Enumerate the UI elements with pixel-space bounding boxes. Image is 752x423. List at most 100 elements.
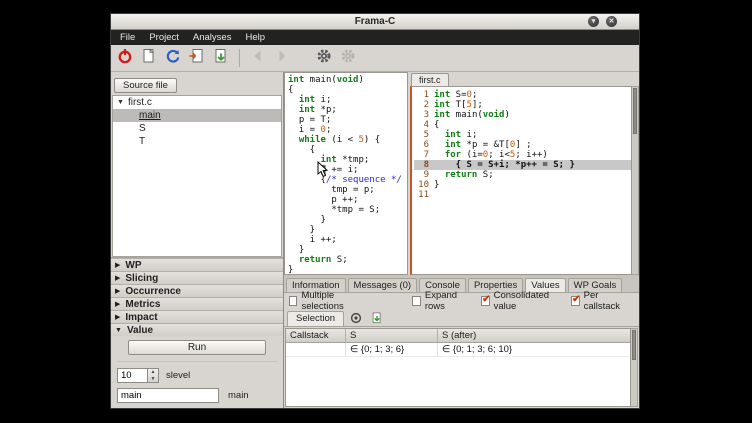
load-session-icon — [188, 47, 206, 70]
tree-item-s[interactable]: S — [113, 122, 281, 135]
main-function-label: main — [228, 390, 249, 401]
expander-icon[interactable]: ▼ — [117, 96, 124, 109]
section-label: WP — [125, 260, 141, 271]
code-line[interactable]: while (i < 5) { — [288, 135, 407, 145]
code-line[interactable]: {/* sequence */ — [288, 175, 407, 185]
shade-window-icon[interactable]: ▾ — [588, 16, 599, 27]
code-line[interactable]: int *p; — [288, 105, 407, 115]
code-line[interactable]: int i; — [288, 95, 407, 105]
menu-file[interactable]: File — [113, 30, 142, 45]
source-file-button[interactable]: Source file — [114, 78, 177, 93]
menu-project[interactable]: Project — [142, 30, 186, 45]
section-impact[interactable]: ▶Impact — [111, 310, 283, 323]
reload-button[interactable] — [163, 48, 183, 68]
run-button[interactable] — [338, 48, 358, 68]
open-button[interactable] — [187, 48, 207, 68]
tree-root-first-c[interactable]: ▼ first.c — [113, 96, 281, 109]
code-line[interactable]: i = 0; — [288, 125, 407, 135]
source-scrollbar[interactable] — [632, 86, 639, 275]
forward-button[interactable] — [272, 48, 292, 68]
section-slicing[interactable]: ▶Slicing — [111, 271, 283, 284]
values-table: CallstackSS (after) ∈ {0; 1; 3; 6}∈ {0; … — [285, 328, 631, 407]
code-line[interactable]: *tmp = S; — [288, 205, 407, 215]
column-header-callstack[interactable]: Callstack — [286, 329, 346, 342]
code-line[interactable]: 2int T[5]; — [414, 100, 631, 110]
section-wp[interactable]: ▶WP — [111, 258, 283, 271]
table-row[interactable]: ∈ {0; 1; 3; 6}∈ {0; 1; 3; 6; 10} — [286, 343, 630, 357]
source-file-row: Source file — [111, 72, 283, 95]
back-button[interactable] — [248, 48, 268, 68]
source-tab-first-c[interactable]: first.c — [411, 73, 449, 86]
column-header-s[interactable]: S — [346, 329, 438, 342]
code-line[interactable]: 5 int i; — [414, 130, 631, 140]
main-area: int main(void){ int i; int *p; p = T; i … — [284, 72, 639, 408]
spinner-buttons[interactable]: ▲▼ — [147, 369, 158, 382]
code-line[interactable]: int main(void) — [288, 75, 407, 85]
code-line[interactable]: tmp = p; — [288, 185, 407, 195]
checkbox-checked-icon[interactable] — [481, 296, 489, 306]
code-line[interactable]: { — [288, 145, 407, 155]
toolbar — [111, 45, 639, 72]
code-line[interactable]: } — [288, 225, 407, 235]
code-line[interactable]: int *tmp; — [288, 155, 407, 165]
power-icon — [116, 47, 134, 70]
titlebar[interactable]: Frama-C ▾ ✕ — [111, 14, 639, 30]
code-line[interactable]: 10} — [414, 180, 631, 190]
focus-selection-button[interactable] — [347, 310, 365, 326]
code-line[interactable]: 7 for (i=0; i<5; i++) — [414, 150, 631, 160]
back-arrow-icon — [249, 47, 267, 70]
column-header-s-after[interactable]: S (after) — [438, 329, 630, 342]
code-line[interactable]: { — [288, 85, 407, 95]
code-line[interactable]: 1int S=0; — [414, 90, 631, 100]
toolbar-separator — [239, 49, 240, 67]
window-content: Source file ▼ first.c mainST ▶WP▶Slicing… — [111, 72, 639, 408]
code-line[interactable]: S += i; — [288, 165, 407, 175]
expand-icon: ▶ — [115, 313, 120, 321]
code-line[interactable]: } — [288, 245, 407, 255]
selection-tab[interactable]: Selection — [287, 311, 344, 326]
slevel-input[interactable] — [118, 369, 147, 382]
code-line[interactable]: i ++; — [288, 235, 407, 245]
new-button[interactable] — [139, 48, 159, 68]
code-line[interactable]: return S; — [288, 255, 407, 265]
reload-icon — [164, 47, 182, 70]
section-value[interactable]: ▼Value — [111, 323, 283, 336]
source-tab-row: first.c — [410, 72, 639, 86]
checkbox-unchecked-icon[interactable] — [412, 296, 420, 306]
scrollbar-thumb[interactable] — [633, 88, 637, 134]
line-number: 11 — [414, 190, 429, 200]
code-line[interactable]: 6 int *p = &T[0] ; — [414, 140, 631, 150]
save-icon — [370, 311, 384, 325]
export-values-button[interactable] — [368, 310, 386, 326]
quit-button[interactable] — [115, 48, 135, 68]
tree-item-t[interactable]: T — [113, 135, 281, 148]
code-line[interactable]: } — [288, 215, 407, 225]
code-line[interactable]: } — [288, 265, 407, 275]
checkbox-unchecked-icon[interactable] — [289, 296, 297, 306]
values-scrollbar[interactable] — [631, 328, 638, 407]
scrollbar-thumb[interactable] — [632, 330, 636, 360]
run-button[interactable]: Run — [128, 340, 266, 355]
code-line[interactable]: 9 return S; — [414, 170, 631, 180]
code-line[interactable]: p = T; — [288, 115, 407, 125]
table-cell: ∈ {0; 1; 3; 6; 10} — [438, 343, 630, 356]
section-metrics[interactable]: ▶Metrics — [111, 297, 283, 310]
line-number: 10 — [414, 180, 429, 190]
menu-analyses[interactable]: Analyses — [186, 30, 239, 45]
menu-help[interactable]: Help — [238, 30, 272, 45]
tree-root-label: first.c — [128, 96, 152, 109]
section-occurrence[interactable]: ▶Occurrence — [111, 284, 283, 297]
code-line[interactable]: 8 { S = S+i; *p++ = S; } — [414, 160, 631, 170]
tree-item-main[interactable]: main — [113, 109, 281, 122]
configure-button[interactable] — [314, 48, 334, 68]
code-line[interactable]: p ++; — [288, 195, 407, 205]
code-line[interactable]: 11 — [414, 190, 631, 200]
main-function-input[interactable] — [117, 388, 219, 403]
code-line[interactable]: 4{ — [414, 120, 631, 130]
close-window-icon[interactable]: ✕ — [606, 16, 617, 27]
spin-down-icon[interactable]: ▼ — [148, 376, 158, 383]
checkbox-checked-icon[interactable] — [571, 296, 579, 306]
save-button[interactable] — [211, 48, 231, 68]
slevel-spinbox[interactable]: ▲▼ — [117, 368, 159, 383]
code-line[interactable]: 3int main(void) — [414, 110, 631, 120]
